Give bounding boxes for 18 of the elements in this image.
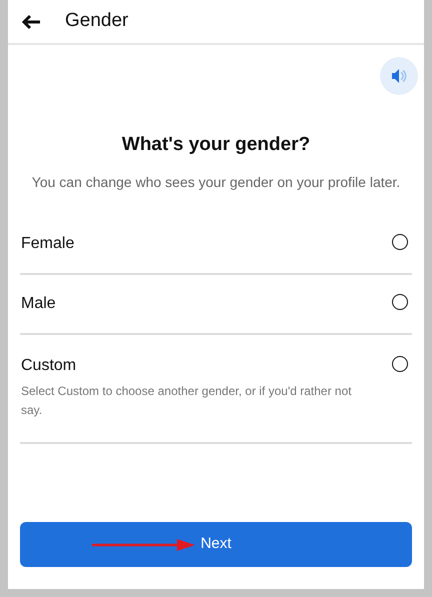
option-label: Female	[21, 234, 74, 254]
option-description: Select Custom to choose another gender, or if you'd rather not say.	[21, 382, 352, 418]
speaker-button[interactable]	[380, 57, 418, 95]
option-label: Custom	[21, 356, 78, 376]
gender-option[interactable]: Female	[20, 214, 412, 274]
radio-button[interactable]	[392, 294, 408, 310]
subtitle: You can change who sees your gender on your profile later.	[30, 172, 402, 192]
gender-option[interactable]: Male	[20, 274, 412, 334]
radio-button[interactable]	[392, 234, 408, 250]
arrow-icon	[91, 539, 196, 551]
page-title: Gender	[65, 9, 128, 34]
back-icon[interactable]	[21, 14, 41, 30]
heading: What's your gender?	[120, 133, 312, 157]
next-button[interactable]: Next	[20, 522, 412, 567]
speaker-icon	[390, 67, 408, 85]
gender-option[interactable]: Custom Select Custom to choose another gender, or if you'd rather not say.	[20, 334, 412, 444]
radio-button[interactable]	[392, 356, 408, 372]
option-label: Male	[21, 294, 56, 314]
